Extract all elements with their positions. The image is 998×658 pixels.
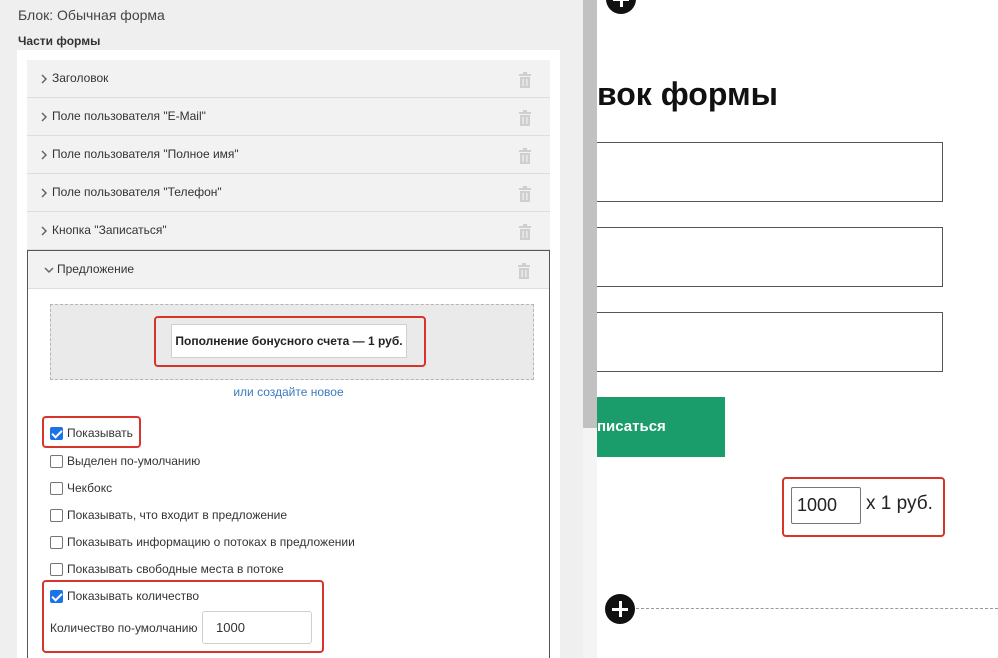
preview-signup-button[interactable]: писаться (597, 397, 725, 457)
add-block-plus-icon[interactable] (606, 0, 636, 14)
checkbox[interactable] (50, 589, 63, 603)
create-new-offer-link[interactable]: или создайте новое (28, 385, 549, 399)
part-item-fullname[interactable]: Поле пользователя "Полное имя" (27, 136, 550, 174)
chevron-right-icon (41, 150, 48, 160)
panel-title: Блок: Обычная форма (18, 7, 165, 23)
form-parts-list: Заголовок Поле пользователя "E-Mail" Пол… (17, 50, 560, 658)
offer-part-header[interactable]: Предложение (28, 251, 549, 289)
chevron-right-icon (41, 226, 48, 236)
settings-panel: Блок: Обычная форма Части формы Заголово… (0, 0, 583, 658)
option-default-selected[interactable]: Выделен по-умолчанию (50, 452, 200, 470)
preview-form-heading: вок формы (597, 76, 778, 112)
option-show-quantity[interactable]: Показывать количество (50, 587, 199, 605)
preview-phone-field[interactable] (597, 312, 943, 372)
part-item-label: Кнопка "Записаться" (52, 223, 167, 237)
trash-icon[interactable] (518, 224, 532, 240)
checkbox[interactable] (50, 481, 63, 495)
trash-icon[interactable] (517, 263, 531, 279)
option-checkbox[interactable]: Чекбокс (50, 479, 112, 497)
chevron-right-icon (41, 188, 48, 198)
chevron-right-icon (41, 112, 48, 122)
add-block-plus-icon[interactable] (605, 594, 635, 624)
chevron-right-icon (41, 74, 48, 84)
option-show[interactable]: Показывать (50, 424, 133, 442)
option-label: Чекбокс (67, 481, 113, 495)
preview-email-field[interactable] (597, 142, 943, 202)
part-item-label: Поле пользователя "Полное имя" (52, 147, 239, 161)
offer-part-expanded: Предложение Пополнение бонусного счета —… (27, 250, 550, 658)
scrollbar-thumb[interactable] (583, 0, 597, 428)
checkbox[interactable] (50, 562, 63, 576)
option-show-free-seats[interactable]: Показывать свободные места в потоке (50, 560, 284, 578)
option-show-streams-info[interactable]: Показывать информацию о потоках в предло… (50, 533, 355, 551)
part-item-label: Поле пользователя "Телефон" (52, 185, 222, 199)
checkbox[interactable] (50, 508, 63, 522)
part-item-heading[interactable]: Заголовок (27, 60, 550, 98)
block-divider (636, 608, 998, 609)
part-item-label: Поле пользователя "E-Mail" (52, 109, 206, 123)
preview-price-label: x 1 руб. (866, 493, 933, 514)
part-item-label: Заголовок (52, 71, 109, 85)
preview-quantity-input[interactable]: 1000 (791, 487, 861, 524)
checkbox[interactable] (50, 535, 63, 549)
option-label: Показывать информацию о потоках в предло… (67, 535, 355, 549)
part-item-signup-button[interactable]: Кнопка "Записаться" (27, 212, 550, 250)
option-label: Показывать количество (67, 589, 200, 603)
option-show-contents[interactable]: Показывать, что входит в предложение (50, 506, 287, 524)
option-label: Показывать, что входит в предложение (67, 508, 288, 522)
trash-icon[interactable] (518, 148, 532, 164)
panel-scrollbar[interactable] (583, 0, 597, 658)
option-label: Показывать (67, 426, 133, 440)
default-quantity-input[interactable]: 1000 (202, 611, 312, 644)
preview-fullname-field[interactable] (597, 227, 943, 287)
trash-icon[interactable] (518, 186, 532, 202)
trash-icon[interactable] (518, 72, 532, 88)
option-label: Выделен по-умолчанию (67, 454, 201, 468)
default-quantity-label: Количество по-умолчанию (50, 621, 198, 635)
parts-title: Части формы (18, 34, 101, 48)
chevron-down-icon (44, 267, 54, 274)
trash-icon[interactable] (518, 110, 532, 126)
checkbox[interactable] (50, 454, 63, 468)
selected-offer-chip[interactable]: Пополнение бонусного счета — 1 руб. (171, 324, 407, 358)
offer-part-label: Предложение (57, 262, 135, 276)
part-item-email[interactable]: Поле пользователя "E-Mail" (27, 98, 550, 136)
offer-dropzone[interactable]: Пополнение бонусного счета — 1 руб. (50, 304, 534, 380)
part-item-phone[interactable]: Поле пользователя "Телефон" (27, 174, 550, 212)
checkbox[interactable] (50, 426, 63, 440)
option-label: Показывать свободные места в потоке (67, 562, 284, 576)
